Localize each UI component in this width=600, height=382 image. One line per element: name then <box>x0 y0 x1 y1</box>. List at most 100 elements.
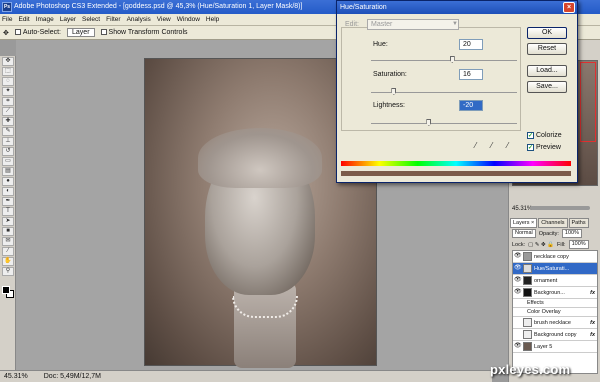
lightness-value-field[interactable]: -20 <box>459 100 483 111</box>
dodge-tool-icon[interactable]: ◐ <box>2 187 14 196</box>
load-button[interactable]: Load... <box>527 65 567 77</box>
menu-layer[interactable]: Layer <box>60 16 76 23</box>
visibility-eye-icon[interactable]: 👁 <box>514 343 522 350</box>
layer-row[interactable]: Background copy fx <box>513 329 597 341</box>
eyedropper-plus-icon[interactable]: ⁄ <box>491 141 492 150</box>
layer-effects-icon[interactable]: fx <box>590 320 595 326</box>
hue-slider-track[interactable] <box>371 60 517 61</box>
blur-tool-icon[interactable]: ● <box>2 177 14 186</box>
saturation-value-field[interactable]: 16 <box>459 69 483 80</box>
menu-filter[interactable]: Filter <box>106 16 120 23</box>
visibility-eye-icon[interactable] <box>514 331 521 338</box>
slice-tool-icon[interactable]: ⟋ <box>2 107 14 116</box>
menu-window[interactable]: Window <box>177 16 200 23</box>
visibility-eye-icon[interactable]: 👁 <box>514 289 522 296</box>
menu-edit[interactable]: Edit <box>18 16 29 23</box>
visibility-eye-icon[interactable] <box>514 319 521 326</box>
dialog-title-bar[interactable]: Hue/Saturation <box>337 1 577 14</box>
menu-analysis[interactable]: Analysis <box>127 16 151 23</box>
move-tool-icon[interactable]: ✥ <box>2 57 14 66</box>
history-brush-tool-icon[interactable]: ↺ <box>2 147 14 156</box>
hue-value-field[interactable]: 20 <box>459 39 483 50</box>
toolbox: ✥ ⬚ ◌ ✦ ⌗ ⟋ ✚ ✎ ⊥ ↺ ▭ ▤ ● ◐ ✒ T ➤ ■ ✉ ⁄ … <box>0 56 16 374</box>
layer-effect-row[interactable]: Color Overlay <box>513 308 597 317</box>
eyedropper-tool-icon[interactable]: ⁄ <box>2 247 14 256</box>
tab-paths[interactable]: Paths <box>568 218 589 228</box>
tab-layers[interactable]: Layers × <box>510 218 538 228</box>
fill-field[interactable]: 100% <box>568 240 589 249</box>
layer-effects-row[interactable]: Effects <box>513 299 597 308</box>
navigator-zoom-slider[interactable] <box>530 206 590 210</box>
layers-panel-tabs: Layers × Channels Paths <box>510 218 600 228</box>
menu-file[interactable]: File <box>2 16 12 23</box>
navigator-view-box[interactable] <box>580 62 596 142</box>
layer-row[interactable]: 👁 ornament <box>513 275 597 287</box>
reset-button[interactable]: Reset <box>527 43 567 55</box>
lasso-tool-icon[interactable]: ◌ <box>2 77 14 86</box>
notes-tool-icon[interactable]: ✉ <box>2 237 14 246</box>
magic-wand-tool-icon[interactable]: ✦ <box>2 87 14 96</box>
show-transform-checkbox[interactable]: Show Transform Controls <box>100 29 188 36</box>
layer-row[interactable]: 👁 Backgroun... fx <box>513 287 597 299</box>
opacity-field[interactable]: 100% <box>561 229 582 238</box>
menu-image[interactable]: Image <box>36 16 54 23</box>
hue-saturation-dialog: Hue/Saturation × Edit: Master ▼ Hue: 20 … <box>336 0 578 183</box>
auto-select-label: Auto-Select: <box>22 29 62 36</box>
shape-tool-icon[interactable]: ■ <box>2 227 14 236</box>
ok-button[interactable]: OK <box>527 27 567 39</box>
eyedropper-icon[interactable]: ⁄ <box>475 141 476 150</box>
lightness-label: Lightness: <box>373 102 405 109</box>
colorize-checkbox[interactable]: ✓ Colorize <box>527 132 562 139</box>
edit-dropdown[interactable]: Master <box>367 19 459 30</box>
visibility-eye-icon[interactable]: 👁 <box>514 277 522 284</box>
clone-stamp-tool-icon[interactable]: ⊥ <box>2 137 14 146</box>
move-tool-icon[interactable]: ✥ <box>3 29 9 37</box>
layer-effects-icon[interactable]: fx <box>590 332 595 338</box>
visibility-eye-icon[interactable]: 👁 <box>514 265 522 272</box>
foreground-color-swatch[interactable] <box>2 286 10 294</box>
hand-tool-icon[interactable]: ✋ <box>2 257 14 266</box>
auto-select-checkbox[interactable]: Auto-Select: <box>14 29 62 36</box>
menu-select[interactable]: Select <box>82 16 100 23</box>
close-icon[interactable]: × <box>563 2 575 13</box>
menu-view[interactable]: View <box>157 16 171 23</box>
path-selection-tool-icon[interactable]: ➤ <box>2 217 14 226</box>
show-transform-label: Show Transform Controls <box>108 29 188 36</box>
adjustment-thumbnail <box>523 264 532 273</box>
auto-select-dropdown[interactable]: Layer <box>67 28 95 37</box>
lock-icons[interactable]: ▢ ✎ ✥ 🔒 <box>528 242 554 248</box>
menu-help[interactable]: Help <box>206 16 219 23</box>
eraser-tool-icon[interactable]: ▭ <box>2 157 14 166</box>
zoom-tool-icon[interactable]: ⚲ <box>2 267 14 276</box>
brush-tool-icon[interactable]: ✎ <box>2 127 14 136</box>
layer-effects-icon[interactable]: fx <box>590 290 595 296</box>
type-tool-icon[interactable]: T <box>2 207 14 216</box>
gradient-tool-icon[interactable]: ▤ <box>2 167 14 176</box>
color-spectrum-bar <box>341 161 571 166</box>
layer-row-selected[interactable]: 👁 Hue/Saturati... <box>513 263 597 275</box>
blend-mode-dropdown[interactable]: Normal <box>512 229 536 238</box>
layer-row[interactable]: 👁 necklace copy <box>513 251 597 263</box>
save-button[interactable]: Save... <box>527 81 567 93</box>
marquee-tool-icon[interactable]: ⬚ <box>2 67 14 76</box>
layers-list: 👁 necklace copy 👁 Hue/Saturati... 👁 orna… <box>512 250 598 374</box>
layer-name: necklace copy <box>534 253 569 260</box>
preview-checkbox[interactable]: ✓ Preview <box>527 144 561 151</box>
tab-channels[interactable]: Channels <box>538 218 568 228</box>
blend-row: Normal Opacity: 100% <box>512 229 598 238</box>
zoom-level[interactable]: 45.31% <box>4 373 28 380</box>
layer-row[interactable]: 👁 Layer 5 <box>513 341 597 353</box>
lightness-slider-track[interactable] <box>371 123 517 124</box>
preview-label: Preview <box>536 144 561 151</box>
layer-name: Hue/Saturati... <box>534 265 570 272</box>
statue-hair <box>198 128 322 188</box>
crop-tool-icon[interactable]: ⌗ <box>2 97 14 106</box>
result-color-bar <box>341 171 571 176</box>
healing-brush-tool-icon[interactable]: ✚ <box>2 117 14 126</box>
edit-label: Edit: <box>345 21 360 28</box>
eyedropper-minus-icon[interactable]: ⁄ <box>507 141 508 150</box>
chevron-down-icon[interactable]: ▼ <box>451 19 459 30</box>
layer-row[interactable]: brush necklace fx <box>513 317 597 329</box>
visibility-eye-icon[interactable]: 👁 <box>514 253 522 260</box>
pen-tool-icon[interactable]: ✒ <box>2 197 14 206</box>
